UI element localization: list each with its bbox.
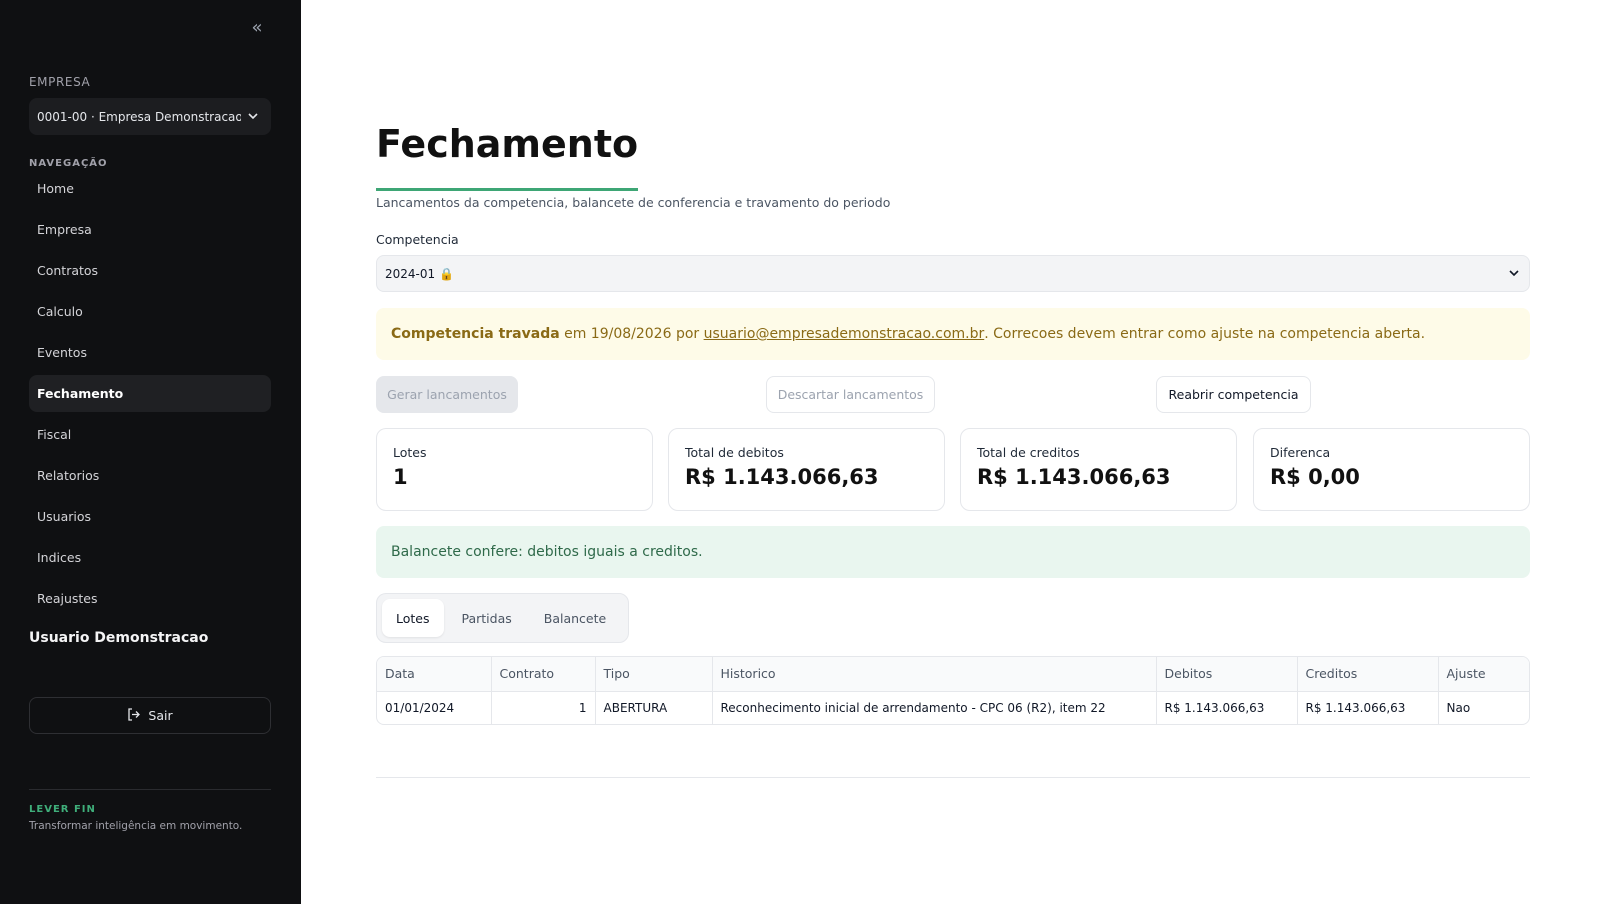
col-header-debitos[interactable]: Debitos [1156, 657, 1298, 692]
sidebar-item-reajustes[interactable]: Reajustes [29, 580, 271, 617]
sidebar-item-fechamento[interactable]: Fechamento [29, 375, 271, 412]
logout-label: Sair [148, 708, 173, 723]
card-total-creditos: Total de creditos R$ 1.143.066,63 [960, 428, 1237, 511]
cell-contrato: 1 [491, 691, 596, 724]
bottom-divider [376, 777, 1530, 778]
collapse-sidebar-icon[interactable]: « [246, 17, 268, 39]
balance-ok-alert: Balancete confere: debitos iguais a cred… [376, 526, 1530, 578]
sidebar-item-fiscal[interactable]: Fiscal [29, 416, 271, 453]
col-header-tipo[interactable]: Tipo [595, 657, 713, 692]
col-header-creditos[interactable]: Creditos [1297, 657, 1439, 692]
card-label: Total de debitos [685, 445, 784, 460]
company-select[interactable]: 0001-00 · Empresa Demonstracao [29, 98, 271, 135]
card-value: R$ 0,00 [1270, 465, 1360, 489]
reabrir-competencia-button[interactable]: Reabrir competencia [1156, 376, 1311, 413]
tabs: Lotes Partidas Balancete [376, 593, 629, 643]
logout-icon [127, 707, 141, 724]
descartar-lancamentos-button[interactable]: Descartar lancamentos [766, 376, 935, 413]
warning-email-link[interactable]: usuario@empresademonstracao.com.br [704, 326, 985, 342]
sidebar-item-relatorios[interactable]: Relatorios [29, 457, 271, 494]
tab-balancete[interactable]: Balancete [530, 599, 620, 637]
card-label: Diferenca [1270, 445, 1331, 460]
warning-text-post: . Correcoes devem entrar como ajuste na … [984, 326, 1426, 342]
cell-creditos: R$ 1.143.066,63 [1297, 691, 1439, 724]
sidebar-item-eventos[interactable]: Eventos [29, 334, 271, 371]
cell-historico: Reconhecimento inicial de arrendamento -… [712, 691, 1157, 724]
competencia-label: Competencia [376, 232, 459, 247]
card-value: R$ 1.143.066,63 [977, 465, 1171, 489]
table-header-row: Data Contrato Tipo Historico Debitos Cre… [377, 657, 1529, 692]
chevron-down-icon [245, 110, 261, 123]
sidebar-item-calculo[interactable]: Calculo [29, 293, 271, 330]
sidebar-item-home[interactable]: Home [29, 170, 271, 207]
card-value: R$ 1.143.066,63 [685, 465, 879, 489]
card-label: Total de creditos [977, 445, 1080, 460]
brand-name: LEVER FIN [29, 804, 96, 815]
user-name: Usuario Demonstracao [29, 630, 209, 646]
sidebar: « EMPRESA 0001-00 · Empresa Demonstracao… [0, 0, 301, 904]
col-header-data[interactable]: Data [377, 657, 492, 692]
card-value: 1 [393, 465, 408, 489]
table-row[interactable]: 01/01/2024 1 ABERTURA Reconhecimento ini… [377, 691, 1529, 724]
cell-tipo: ABERTURA [595, 691, 713, 724]
locked-warning: Competencia travada em 19/08/2026 por us… [376, 308, 1530, 360]
lotes-table: Data Contrato Tipo Historico Debitos Cre… [376, 656, 1530, 725]
gerar-lancamentos-button[interactable]: Gerar lancamentos [376, 376, 518, 413]
competencia-select[interactable]: 2024-01 🔒 [376, 255, 1530, 292]
competencia-select-value: 2024-01 🔒 [385, 266, 454, 281]
col-header-ajuste[interactable]: Ajuste [1438, 657, 1529, 692]
warning-text-pre: em 19/08/2026 por [559, 326, 704, 342]
cell-ajuste: Nao [1446, 700, 1471, 715]
company-select-value: 0001-00 · Empresa Demonstracao [37, 109, 241, 124]
nav-label: NAVEGAÇÃO [29, 158, 108, 169]
page-subtitle: Lancamentos da competencia, balancete de… [376, 195, 891, 210]
logout-button[interactable]: Sair [29, 697, 271, 734]
card-total-debitos: Total de debitos R$ 1.143.066,63 [668, 428, 945, 511]
empresa-label: EMPRESA [29, 75, 91, 89]
tab-partidas[interactable]: Partidas [448, 599, 526, 637]
card-label: Lotes [393, 445, 427, 460]
sidebar-divider [29, 789, 271, 790]
page-title: Fechamento [376, 122, 639, 166]
sidebar-item-usuarios[interactable]: Usuarios [29, 498, 271, 535]
tab-lotes[interactable]: Lotes [382, 599, 444, 637]
card-diferenca: Diferenca R$ 0,00 [1253, 428, 1530, 511]
cell-data: 01/01/2024 [377, 691, 492, 724]
title-underline [376, 188, 638, 191]
sidebar-item-indices[interactable]: Indices [29, 539, 271, 576]
col-header-historico[interactable]: Historico [712, 657, 1157, 692]
col-header-contrato[interactable]: Contrato [491, 657, 596, 692]
brand-tagline: Transformar inteligência em movimento. [29, 820, 243, 832]
sidebar-nav: Home Empresa Contratos Calculo Eventos F… [29, 170, 271, 621]
sidebar-item-contratos[interactable]: Contratos [29, 252, 271, 289]
chevron-down-icon [1509, 267, 1519, 280]
warning-strong: Competencia travada [391, 326, 560, 342]
cell-debitos: R$ 1.143.066,63 [1156, 691, 1298, 724]
card-lotes: Lotes 1 [376, 428, 653, 511]
sidebar-item-empresa[interactable]: Empresa [29, 211, 271, 248]
